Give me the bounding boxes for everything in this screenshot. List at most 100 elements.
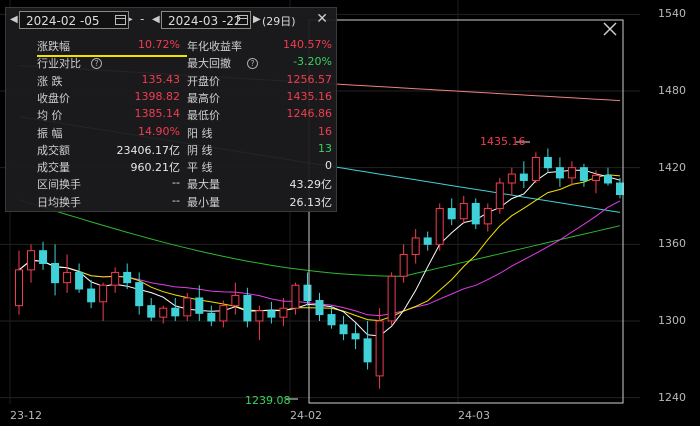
- date-range-bar: ◀ ▶ 2024-02 -05 - ◀ 2024-03 -22 ▶ (29日) …: [6, 8, 336, 34]
- candle-down: [351, 333, 360, 340]
- next-end-arrow-icon[interactable]: ▶: [253, 14, 261, 25]
- x-tick-label: 23-12: [10, 409, 42, 422]
- stat-value: 13: [318, 141, 332, 155]
- stat-label: 振 幅: [37, 126, 63, 140]
- candle-down: [471, 202, 480, 225]
- calendar-icon[interactable]: [237, 15, 248, 25]
- y-tick-label: 1300: [658, 313, 686, 327]
- candle-down: [39, 250, 48, 264]
- stat-label: 最高价: [187, 91, 220, 105]
- candle-down: [51, 262, 60, 284]
- stat-value: 140.57%: [283, 38, 332, 51]
- stat-label: 平 线: [187, 161, 213, 175]
- panel-close-icon[interactable]: ✕: [316, 11, 328, 27]
- range-days: (29日): [262, 15, 296, 28]
- candle-down: [339, 324, 348, 335]
- candle-down: [603, 174, 612, 184]
- stat-label: 最大回撤: [187, 57, 231, 71]
- prev-start-arrow-icon[interactable]: ◀: [10, 14, 18, 25]
- stat-label: 成交量: [37, 161, 70, 175]
- y-tick-label: 1420: [658, 160, 686, 174]
- high-price-label: 1435.16: [480, 135, 526, 148]
- stat-value: -3.20%: [293, 55, 332, 69]
- candle-up: [279, 307, 288, 318]
- stat-label: 均 价: [37, 109, 63, 123]
- candle-up: [183, 297, 192, 317]
- candle-up: [411, 237, 420, 256]
- candle-up: [255, 310, 264, 322]
- low-price-label: 1239.08: [245, 394, 291, 407]
- stat-value: 26.13亿: [289, 195, 333, 209]
- stat-row: 成交量 960.21亿平 线 0: [6, 159, 336, 176]
- stat-row: 成交额 23406.17亿阴 线 13: [6, 142, 336, 159]
- candle-up: [483, 208, 492, 225]
- stat-value: 1435.16: [286, 89, 333, 103]
- date-separator: -: [140, 12, 145, 26]
- candle-up: [567, 167, 576, 179]
- stat-row: 日均换手 -- 最小量 26.13亿: [6, 194, 336, 211]
- candle-down: [579, 167, 588, 181]
- candle-down: [543, 156, 552, 169]
- calendar-icon[interactable]: [115, 15, 126, 25]
- stat-label: 最小量: [187, 195, 220, 209]
- stat-value: 43.29亿: [289, 178, 333, 192]
- candle-down: [123, 271, 132, 284]
- stat-row: 均 价 1385.14 最低价 1246.86: [6, 107, 336, 124]
- end-date-field[interactable]: 2024-03 -22: [161, 11, 251, 29]
- candle-down: [147, 305, 156, 318]
- stat-row: 行业对比? 最大回撤 -3.20%?: [6, 55, 336, 72]
- stat-label: 开盘价: [187, 74, 220, 88]
- candle-up: [159, 307, 168, 318]
- stat-row: 涨跌幅 10.72% 年化收益率 140.57%: [6, 38, 336, 55]
- candle-down: [447, 208, 456, 220]
- stat-label: 区间换手: [37, 178, 81, 192]
- stat-label: 日均换手: [37, 195, 81, 209]
- stat-label: 行业对比: [37, 57, 81, 71]
- stat-value: --: [172, 176, 180, 190]
- candle-up: [231, 294, 240, 307]
- stat-label: 阳 线: [187, 126, 213, 140]
- stat-label: 涨 跌: [37, 74, 63, 88]
- end-date-value: 2024-03 -22: [168, 14, 242, 28]
- stat-label: 最大量: [187, 178, 220, 192]
- candle-down: [87, 288, 96, 303]
- x-tick-label: 24-03: [458, 409, 490, 422]
- candle-down: [207, 312, 216, 322]
- candle-up: [99, 284, 108, 303]
- selection-close-icon[interactable]: [601, 20, 619, 38]
- stat-row: 收盘价 1398.82 最高价 1435.16: [6, 90, 336, 107]
- stat-label: 收盘价: [37, 91, 70, 105]
- candle-up: [27, 250, 36, 271]
- stat-value: 16: [318, 124, 332, 138]
- candle-up: [507, 173, 516, 184]
- help-icon[interactable]: ?: [91, 58, 102, 70]
- candle-down: [195, 297, 204, 314]
- start-date-value: 2024-02 -05: [26, 14, 100, 28]
- candle-up: [399, 254, 408, 277]
- y-tick-label: 1360: [658, 237, 686, 251]
- stat-label: 成交额: [37, 143, 70, 157]
- stat-value: 23406.17亿: [116, 143, 181, 157]
- stat-value: --: [172, 193, 180, 207]
- candle-down: [327, 314, 336, 326]
- candle-up: [435, 208, 444, 245]
- y-tick-label: 1480: [658, 84, 686, 98]
- candle-down: [303, 284, 312, 302]
- candle-down: [243, 294, 252, 322]
- stat-row: 振 幅 14.90% 阳 线 16: [6, 125, 336, 142]
- start-date-field[interactable]: 2024-02 -05: [19, 11, 129, 29]
- x-tick-label: 24-02: [290, 409, 322, 422]
- y-tick-label: 1540: [658, 7, 686, 21]
- range-stats-panel: ◀ ▶ 2024-02 -05 - ◀ 2024-03 -22 ▶ (29日) …: [5, 7, 337, 212]
- prev-end-arrow-icon[interactable]: ◀: [152, 14, 160, 25]
- candle-up: [291, 284, 300, 309]
- stat-label: 最低价: [187, 109, 220, 123]
- candle-up: [531, 156, 540, 181]
- candle-down: [315, 300, 324, 316]
- help-icon[interactable]: ?: [247, 58, 258, 70]
- stat-value: 0: [325, 159, 332, 173]
- candle-down: [616, 182, 624, 196]
- candle-down: [75, 271, 84, 290]
- candle-down: [423, 237, 432, 245]
- stat-value: 1385.14: [134, 107, 181, 121]
